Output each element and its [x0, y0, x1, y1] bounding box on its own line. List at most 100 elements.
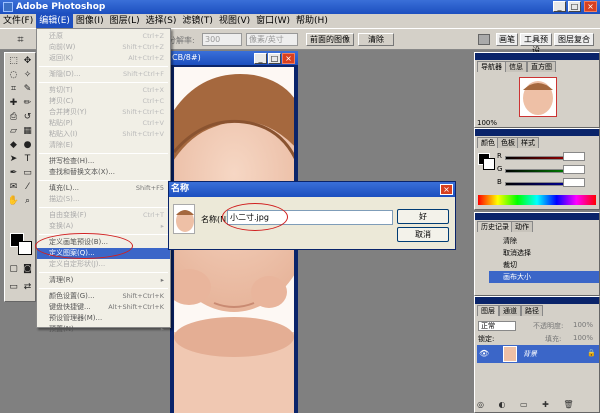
tab-channels[interactable]: 通道 — [499, 305, 521, 316]
stamp-tool-icon[interactable]: ⎙ — [7, 111, 20, 124]
tab-layers[interactable]: 图层 — [477, 305, 499, 316]
green-value[interactable] — [563, 165, 585, 174]
history-brush-tool-icon[interactable]: ↺ — [21, 111, 34, 124]
doc-maximize-icon[interactable]: □ — [268, 53, 281, 64]
history-item[interactable]: 清除 — [489, 235, 599, 247]
edit-menu-item[interactable]: 预置(N) ▸ — [37, 324, 170, 335]
dodge-tool-icon[interactable]: ● — [21, 139, 34, 152]
opacity-value[interactable]: 100% — [573, 321, 593, 329]
pen-tool-icon[interactable]: ✒ — [7, 167, 20, 180]
menu-4[interactable]: 选择(S) — [143, 14, 180, 28]
blend-mode-select[interactable]: 正常 — [478, 321, 516, 331]
eye-icon[interactable]: 👁 — [479, 349, 489, 359]
layer-row[interactable]: 👁 背景 🔒 — [477, 345, 599, 363]
edit-menu-item[interactable]: 定义自定形状(J)... — [37, 259, 170, 270]
layer-buttons-icon[interactable]: ◎ ◐ ▭ ✚ 🗑 — [477, 400, 599, 410]
clear-button[interactable]: 清除 — [358, 33, 394, 46]
crop-tool-icon[interactable]: ⌗ — [14, 33, 27, 46]
edit-menu-item[interactable]: 拼写检查(H)... — [37, 156, 170, 167]
history-item-selected[interactable]: 画布大小 — [489, 271, 599, 283]
edit-menu-item[interactable]: 向前(W) Shift+Ctrl+Z — [37, 42, 170, 53]
magic-wand-tool-icon[interactable]: ✧ — [21, 69, 34, 82]
red-value[interactable] — [563, 152, 585, 161]
eraser-tool-icon[interactable]: ▱ — [7, 125, 20, 138]
eyedropper-tool-icon[interactable]: ⁄ — [21, 181, 34, 194]
background-color-swatch[interactable] — [18, 241, 32, 255]
tab-actions[interactable]: 动作 — [511, 221, 533, 232]
palette-well-icon[interactable] — [478, 34, 490, 45]
edit-menu-item[interactable]: 拷贝(C) Ctrl+C — [37, 96, 170, 107]
edit-menu-item[interactable]: 清理(R) ▸ — [37, 275, 170, 286]
edit-menu-item[interactable]: 变换(A) ▸ — [37, 221, 170, 232]
tab-navigator[interactable]: 导航器 — [477, 61, 506, 72]
close-icon[interactable]: × — [584, 1, 597, 12]
tab-swatches[interactable]: 色板 — [497, 137, 519, 148]
menu-2[interactable]: 图像(I) — [73, 14, 107, 28]
blue-value[interactable] — [563, 178, 585, 187]
menu-7[interactable]: 窗口(W) — [253, 14, 293, 28]
ok-button[interactable]: 好 — [397, 209, 449, 224]
tab-paths[interactable]: 路径 — [521, 305, 543, 316]
edit-menu-item[interactable]: 粘贴(P) Ctrl+V — [37, 118, 170, 129]
edit-menu-item[interactable]: 描边(S)... — [37, 194, 170, 205]
edit-menu-item[interactable]: 清除(E) — [37, 140, 170, 151]
bg-color-swatch[interactable] — [483, 158, 495, 170]
standard-mode-icon[interactable]: ▢ — [7, 263, 20, 276]
minimize-icon[interactable]: _ — [553, 1, 566, 12]
color-ramp[interactable] — [478, 195, 596, 205]
doc-minimize-icon[interactable]: _ — [254, 53, 267, 64]
edit-menu-item[interactable]: 填充(L)... Shift+F5 — [37, 183, 170, 194]
quickmask-mode-icon[interactable]: ◙ — [21, 263, 34, 276]
shape-tool-icon[interactable]: ▭ — [21, 167, 34, 180]
edit-menu-item[interactable]: 返回(K) Alt+Ctrl+Z — [37, 53, 170, 64]
slice-tool-icon[interactable]: ✎ — [21, 83, 34, 96]
edit-menu-item[interactable]: 自由变换(F) Ctrl+T — [37, 210, 170, 221]
edit-menu-item[interactable]: 颜色设置(G)... Shift+Ctrl+K — [37, 291, 170, 302]
menu-6[interactable]: 视图(V) — [216, 14, 253, 28]
tab-history[interactable]: 历史记录 — [477, 221, 513, 232]
edit-menu-item[interactable]: 预设管理器(M)... — [37, 313, 170, 324]
unit-select[interactable]: 像素/英寸 — [246, 33, 298, 46]
cancel-button[interactable]: 取消 — [397, 227, 449, 242]
menu-3[interactable]: 图层(L) — [107, 14, 143, 28]
edit-menu-item[interactable]: 粘贴入(I) Shift+Ctrl+V — [37, 129, 170, 140]
menu-5[interactable]: 滤镜(T) — [179, 14, 216, 28]
jump-to-imageready-icon[interactable]: ⇄ — [21, 281, 34, 294]
menu-8[interactable]: 帮助(H) — [293, 14, 331, 28]
edit-menu-item[interactable]: 渐隐(D)... Shift+Ctrl+F — [37, 69, 170, 80]
doc-close-icon[interactable]: × — [282, 53, 295, 64]
tab-layer-comps[interactable]: 图层复合 — [554, 33, 594, 46]
healing-tool-icon[interactable]: ✚ — [7, 97, 20, 110]
fill-value[interactable]: 100% — [573, 334, 593, 342]
marquee-tool-icon[interactable]: ⬚ — [7, 55, 20, 68]
edit-menu-item[interactable]: 合并拷贝(Y) Shift+Ctrl+C — [37, 107, 170, 118]
gradient-tool-icon[interactable]: ▦ — [21, 125, 34, 138]
dialog-close-icon[interactable]: × — [440, 184, 453, 195]
tab-brushes[interactable]: 画笔 — [496, 33, 518, 46]
type-tool-icon[interactable]: T — [21, 153, 34, 166]
screen-mode-icon[interactable]: ▭ — [7, 281, 20, 294]
maximize-icon[interactable]: □ — [568, 1, 581, 12]
blur-tool-icon[interactable]: ◆ — [7, 139, 20, 152]
move-tool-icon[interactable]: ✥ — [21, 55, 34, 68]
tab-styles[interactable]: 样式 — [517, 137, 539, 148]
hand-tool-icon[interactable]: ✋ — [7, 195, 20, 208]
edit-menu-item[interactable]: 还原 Ctrl+Z — [37, 31, 170, 42]
brush-tool-icon[interactable]: ✏ — [21, 97, 34, 110]
history-item[interactable]: 裁切 — [489, 259, 599, 271]
menu-0[interactable]: 文件(F) — [0, 14, 36, 28]
edit-menu-item[interactable]: 键盘快捷键... Alt+Shift+Ctrl+K — [37, 302, 170, 313]
zoom-tool-icon[interactable]: ⌕ — [21, 195, 34, 208]
menu-1[interactable]: 编辑(E) — [36, 14, 73, 28]
tab-color[interactable]: 颜色 — [477, 137, 499, 148]
edit-menu-item[interactable]: 剪切(T) Ctrl+X — [37, 85, 170, 96]
tab-tool-presets[interactable]: 工具预设 — [520, 33, 552, 55]
lasso-tool-icon[interactable]: ◌ — [7, 69, 20, 82]
tab-histogram[interactable]: 直方图 — [527, 61, 556, 72]
front-image-button[interactable]: 前面的图像 — [306, 33, 354, 46]
notes-tool-icon[interactable]: ✉ — [7, 181, 20, 194]
path-select-tool-icon[interactable]: ➤ — [7, 153, 20, 166]
edit-menu-item[interactable]: 查找和替换文本(X)... — [37, 167, 170, 178]
resolution-input[interactable]: 300 — [202, 33, 242, 46]
tab-info[interactable]: 信息 — [505, 61, 527, 72]
